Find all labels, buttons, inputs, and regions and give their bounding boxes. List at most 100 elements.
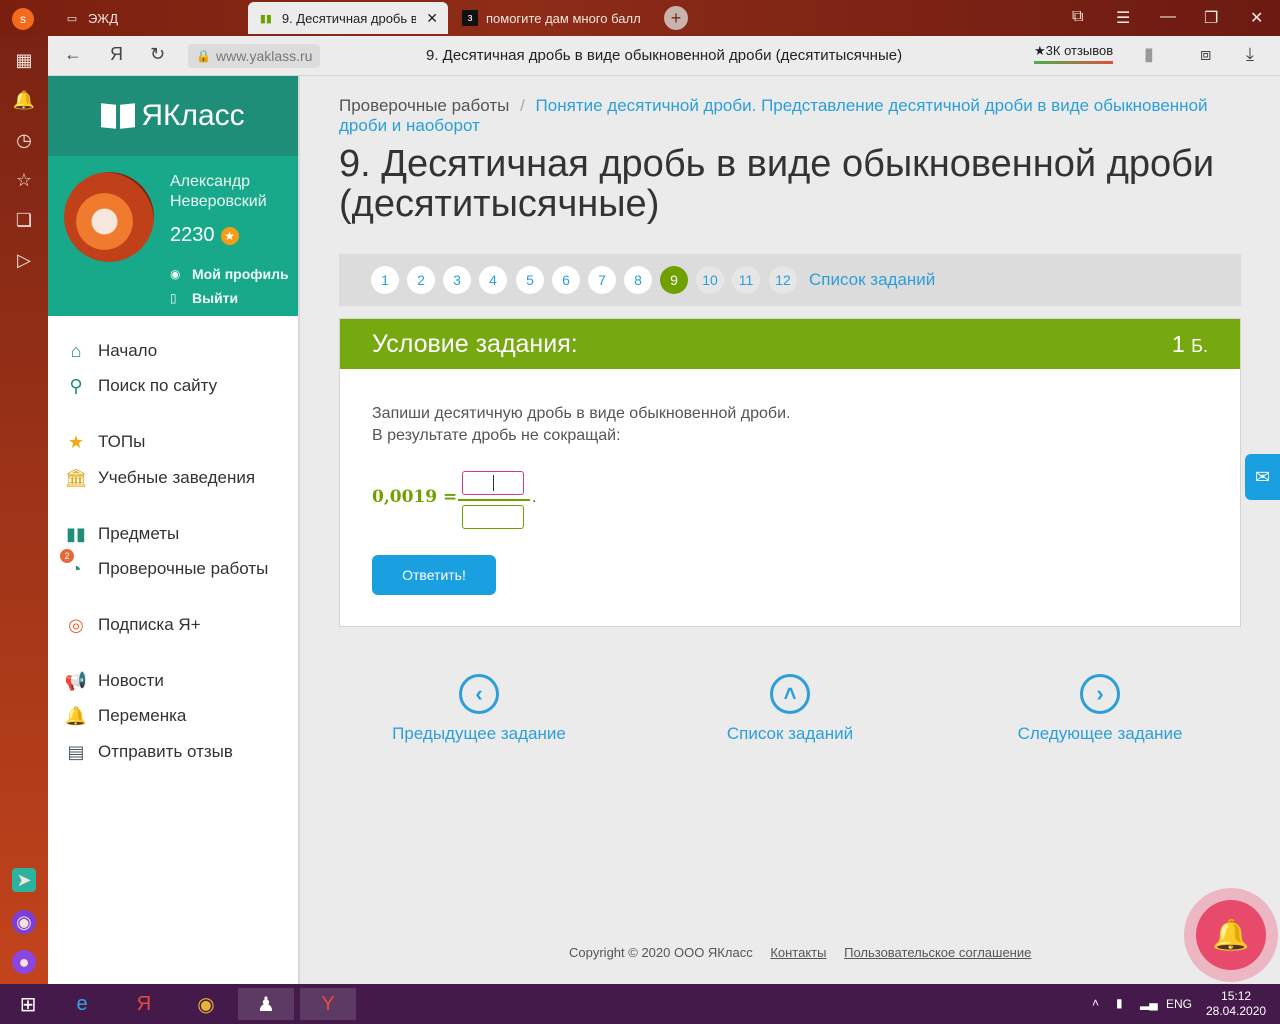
tab-znanija[interactable]: з помогите дам много балл xyxy=(452,2,652,34)
contacts-link[interactable]: Контакты xyxy=(770,945,826,960)
answer-button[interactable]: Ответить! xyxy=(372,555,496,595)
clock-date: 28.04.2020 xyxy=(1206,1004,1267,1018)
sidebar-item-news[interactable]: 📢 Новости xyxy=(64,669,164,693)
page-8[interactable]: 8 xyxy=(624,266,652,294)
denominator-input[interactable] xyxy=(462,505,524,529)
download-icon[interactable]: ⤓ xyxy=(1246,44,1254,65)
sidebar-item-label: Новости xyxy=(98,671,164,690)
check-icon: ◔ 2 xyxy=(60,549,88,581)
yandex-browser-icon[interactable]: Y xyxy=(300,988,356,1020)
task-list-bottom-link[interactable]: ˄ Список заданий xyxy=(680,674,900,744)
menu-icon[interactable]: ☰ xyxy=(1116,8,1130,28)
sidebar-item-institutions[interactable]: 🏛 Учебные заведения xyxy=(64,466,256,490)
sidebar-item-feedback[interactable]: ▤ Отправить отзыв xyxy=(64,740,233,764)
page-1[interactable]: 1 xyxy=(371,266,399,294)
sidebar-item-home[interactable]: ⌂ Начало xyxy=(64,339,158,363)
page-11[interactable]: 11 xyxy=(732,266,760,294)
bookmark-icon[interactable]: ▮ xyxy=(1144,44,1154,65)
windows-start-icon[interactable]: ⊞ xyxy=(0,988,56,1020)
language-indicator[interactable]: ENG xyxy=(1166,997,1192,1011)
sidebar-item-break[interactable]: 🔔 Переменка xyxy=(64,704,187,728)
breadcrumb-root[interactable]: Проверочные работы xyxy=(339,96,509,115)
agreement-link[interactable]: Пользовательское соглашение xyxy=(844,945,1031,960)
favorites-icon[interactable]: ☆ xyxy=(12,168,36,192)
page-9-current[interactable]: 9 xyxy=(660,266,688,294)
next-task-link[interactable]: › Следующее задание xyxy=(990,674,1210,744)
task-points-unit: Б. xyxy=(1191,335,1208,356)
task-list-link[interactable]: Список заданий xyxy=(809,270,935,290)
close-tab-icon[interactable]: ✕ xyxy=(426,10,438,27)
page-6[interactable]: 6 xyxy=(552,266,580,294)
page-5[interactable]: 5 xyxy=(516,266,544,294)
restore-icon[interactable]: ❐ xyxy=(1204,8,1218,28)
notification-bell-button[interactable]: 🔔 xyxy=(1184,888,1278,982)
profile-link[interactable]: ◉ Мой профиль xyxy=(170,266,289,282)
video-icon[interactable]: ▷ xyxy=(12,248,36,272)
yandex-icon[interactable]: Я xyxy=(110,44,123,65)
reviews-link[interactable]: ★3К отзывов xyxy=(1034,43,1114,64)
game-app-icon[interactable]: ♟ xyxy=(238,988,294,1020)
page-2[interactable]: 2 xyxy=(407,266,435,294)
sidebar-item-label: Подписка Я+ xyxy=(98,615,201,634)
document-icon: ▭ xyxy=(66,12,78,25)
close-window-icon[interactable]: ✕ xyxy=(1250,8,1263,28)
prev-task-link[interactable]: ‹ Предыдущее задание xyxy=(369,674,589,744)
address-bar: ← Я ↻ 🔒 www.yaklass.ru 9. Десятичная дро… xyxy=(0,36,1280,76)
back-icon[interactable]: ← xyxy=(64,44,82,65)
tab-ezhd[interactable]: ▭ ЭЖД xyxy=(54,2,244,34)
alice-icon[interactable]: ● xyxy=(12,950,36,974)
tab-current[interactable]: ▮▮ 9. Десятичная дробь в ✕ xyxy=(248,2,448,34)
tab-label: ЭЖД xyxy=(88,10,118,26)
sidebar-item-label: Отправить отзыв xyxy=(98,742,233,761)
points: 2230 ★ xyxy=(170,224,239,247)
url-field[interactable]: 🔒 www.yaklass.ru xyxy=(188,44,321,68)
lock-icon: 🔒 xyxy=(196,49,211,63)
fraction-bar xyxy=(458,499,530,501)
tab-manager-icon[interactable]: ⧉ xyxy=(1072,8,1083,26)
sidebar-item-tops[interactable]: ★ ТОПы xyxy=(64,430,145,454)
translate-icon[interactable]: ⧈ xyxy=(1200,44,1211,65)
chrome-icon[interactable]: ◉ xyxy=(178,988,234,1020)
collections-icon[interactable]: ❏ xyxy=(12,208,36,232)
profile-panel: Александр Неверовский 2230 ★ ◉ Мой профи… xyxy=(48,156,298,316)
tab-label: 9. Десятичная дробь в xyxy=(281,10,417,26)
sidebar-item-tests[interactable]: ◔ 2 Проверочные работы xyxy=(60,549,268,581)
prev-task-label: Предыдущее задание xyxy=(392,724,566,743)
sidebar-item-search[interactable]: ⚲ Поиск по сайту xyxy=(64,374,217,398)
mail-icon[interactable]: ✉ xyxy=(1245,454,1280,500)
avatar[interactable] xyxy=(64,172,154,262)
history-icon[interactable]: ◷ xyxy=(12,128,36,152)
zen-icon[interactable]: ◉ xyxy=(12,910,36,934)
network-icon[interactable]: ▂▄ xyxy=(1140,996,1158,1010)
notifications-icon[interactable]: 🔔 xyxy=(12,88,36,112)
account-badge[interactable]: s xyxy=(12,8,34,30)
user-icon: ◉ xyxy=(170,267,181,281)
yandex-app-icon[interactable]: Я xyxy=(116,988,172,1020)
browser-side-panel: ▦ 🔔 ◷ ☆ ❏ ▷ ➤ ◉ ● xyxy=(0,36,48,984)
numerator-input[interactable] xyxy=(462,471,524,495)
ie-icon[interactable]: e xyxy=(54,988,110,1020)
task-header: Условие задания: 1 Б. xyxy=(340,319,1240,369)
sidebar-item-subscription[interactable]: ◎ Подписка Я+ xyxy=(64,613,201,637)
page-4[interactable]: 4 xyxy=(479,266,507,294)
sidebar-item-subjects[interactable]: ▮▮ Предметы xyxy=(64,522,179,546)
page-title-in-address: 9. Десятичная дробь в виде обыкновенной … xyxy=(426,47,903,64)
sidebar-item-label: ТОПы xyxy=(98,432,146,451)
page-3[interactable]: 3 xyxy=(443,266,471,294)
minimize-icon[interactable]: — xyxy=(1160,8,1176,26)
battery-icon[interactable]: ▮ xyxy=(1116,996,1123,1010)
tray-expand-icon[interactable]: ˄ xyxy=(1092,996,1099,1010)
user-name[interactable]: Александр Неверовский xyxy=(170,172,290,212)
sidebar-item-label: Учебные заведения xyxy=(98,468,256,487)
page-12[interactable]: 12 xyxy=(769,266,797,294)
page-10[interactable]: 10 xyxy=(696,266,724,294)
page-7[interactable]: 7 xyxy=(588,266,616,294)
logout-link[interactable]: ▯ Выйти xyxy=(170,290,238,306)
logo[interactable]: ЯКласс xyxy=(48,76,298,156)
new-tab-button[interactable]: + xyxy=(664,6,688,30)
clock[interactable]: 15:12 28.04.2020 xyxy=(1206,989,1266,1019)
apps-grid-icon[interactable]: ▦ xyxy=(12,48,36,72)
reload-icon[interactable]: ↻ xyxy=(150,44,165,65)
logout-icon: ▯ xyxy=(170,291,177,305)
messenger-icon[interactable]: ➤ xyxy=(12,868,36,892)
